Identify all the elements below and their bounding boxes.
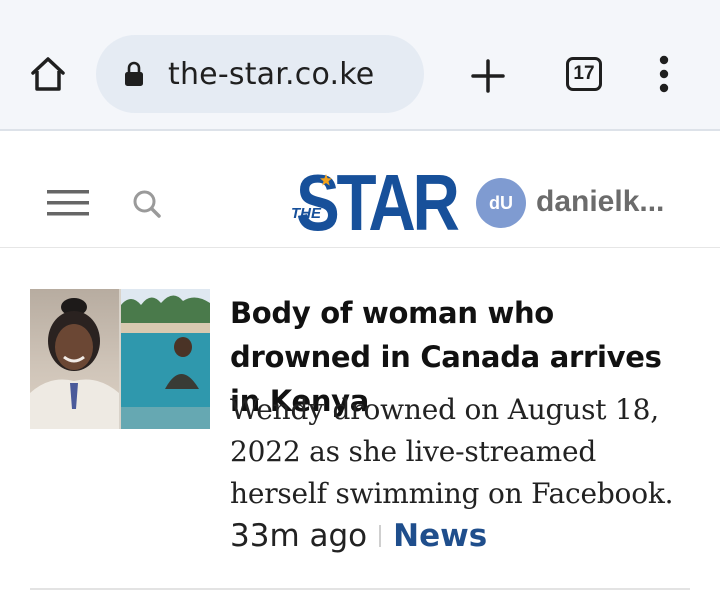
meta-separator <box>379 525 382 547</box>
tabs-icon[interactable]: 17 <box>566 57 602 91</box>
address-bar[interactable]: the-star.co.ke <box>96 35 424 113</box>
home-icon[interactable] <box>28 54 68 94</box>
lock-icon <box>124 61 144 87</box>
url-text[interactable]: the-star.co.ke <box>168 57 374 92</box>
star-accent-icon <box>320 174 332 186</box>
menu-icon[interactable] <box>47 190 89 216</box>
search-icon[interactable] <box>132 189 162 219</box>
article-time: 33m ago <box>230 518 368 554</box>
article-summary: Wendy drowned on August 18, 2022 as she … <box>230 393 674 510</box>
site-header: STAR THE dU danielk... <box>0 133 720 248</box>
avatar[interactable]: dU <box>476 178 526 228</box>
site-logo[interactable]: STAR THE <box>290 159 460 243</box>
article-category-link[interactable]: News <box>393 518 487 554</box>
browser-toolbar: the-star.co.ke 17 <box>0 0 720 131</box>
more-vert-icon[interactable] <box>652 55 676 95</box>
thumbnail-pool-photo <box>121 289 210 429</box>
logo-the-text: THE <box>291 205 321 222</box>
article-meta: 33m ago News <box>230 518 487 558</box>
username[interactable]: danielk... <box>536 185 664 219</box>
article-card[interactable]: Body of woman who drowned in Canada arri… <box>0 250 720 594</box>
article-thumbnail[interactable] <box>30 289 210 429</box>
plus-icon[interactable] <box>468 56 508 96</box>
thumbnail-portrait-photo <box>30 289 119 429</box>
divider <box>30 588 690 590</box>
